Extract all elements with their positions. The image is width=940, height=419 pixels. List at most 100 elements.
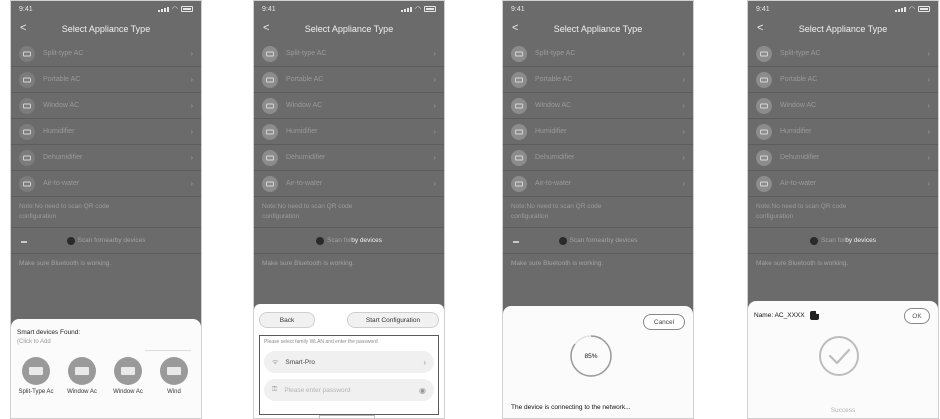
battery-icon (181, 6, 193, 12)
device-item[interactable]: Window Ac (109, 357, 147, 395)
ac-device-icon (160, 357, 188, 385)
status-time: 9:41 (756, 5, 770, 13)
appliance-item-humidifier[interactable]: Humidifier › (11, 119, 201, 145)
ac-device-icon (68, 357, 96, 385)
note-text: Note:No need to scan QR code configuratio… (254, 197, 444, 229)
chevron-right-icon: › (190, 153, 193, 162)
appliance-item-portable-ac[interactable]: Portable AC › (503, 67, 693, 93)
appliance-item-portable-ac[interactable]: Portable AC › (254, 67, 444, 93)
appliance-item-dehumidifier[interactable]: Dehumidifier › (254, 145, 444, 171)
back-icon[interactable]: < (757, 22, 763, 34)
back-icon[interactable]: < (512, 22, 518, 34)
signal-icon (157, 6, 169, 12)
appliance-item-split-ac[interactable]: Split-type AC › (503, 41, 693, 67)
appliance-item-dehumidifier[interactable]: Dehumidifier › (11, 145, 201, 171)
appliance-item-split-ac[interactable]: Split-type AC › (748, 41, 938, 67)
chevron-right-icon: › (927, 75, 930, 84)
portable-ac-icon (19, 71, 35, 88)
cancel-button[interactable]: Cancel (643, 314, 685, 330)
appliance-item-humidifier[interactable]: Humidifier › (254, 119, 444, 145)
back-button[interactable]: Back (259, 312, 315, 328)
portable-ac-icon (511, 71, 527, 88)
scan-prefix: Scan for (821, 237, 846, 245)
page-title: Select Appliance Type (61, 24, 151, 34)
device-item[interactable]: Split-Type Ac (17, 357, 55, 395)
scan-nearby-button[interactable]: Scan for nearby devices (503, 228, 693, 255)
chevron-right-icon: › (190, 101, 193, 110)
appliance-item-humidifier[interactable]: Humidifier › (748, 119, 938, 145)
air-to-water-icon (511, 175, 527, 192)
checkmark-circle-icon (819, 336, 859, 376)
appliance-label: Window AC (43, 102, 80, 109)
progress-ring: 85% (569, 334, 613, 378)
note-text: Note:No need to scan QR code configuratio… (11, 197, 201, 229)
chevron-right-icon: › (682, 127, 685, 136)
appliance-item-split-ac[interactable]: Split-type AC › (254, 41, 444, 67)
appliance-item-portable-ac[interactable]: Portable AC › (748, 67, 938, 93)
note-text: Note:No need to scan QR code configuratio… (748, 197, 938, 229)
status-icons: ◠ (157, 5, 193, 13)
chevron-right-icon: › (433, 101, 436, 110)
appliance-item-window-ac[interactable]: Window AC › (748, 93, 938, 119)
status-bar: 9:41 ◠ (748, 1, 938, 17)
appliance-label: Air-to-water (43, 180, 80, 187)
chevron-right-icon: › (423, 357, 426, 367)
appliance-item-dehumidifier[interactable]: Dehumidifier › (503, 145, 693, 171)
split-ac-icon (756, 45, 772, 62)
wifi-select-field[interactable]: ᯤ Smart-Pro › (264, 351, 434, 373)
device-name: Window Ac (113, 389, 143, 395)
appliance-item-air-to-water[interactable]: Air-to-water › (503, 171, 693, 197)
bluetooth-hint: Make sure Bluetooth is working. (19, 260, 112, 268)
page-title: Select Appliance Type (304, 24, 394, 34)
appliance-item-air-to-water[interactable]: Air-to-water › (11, 171, 201, 197)
appliance-item-window-ac[interactable]: Window AC › (254, 93, 444, 119)
password-field[interactable]: ⚿ Please enter password ◉ (264, 379, 434, 401)
bluetooth-hint: Make sure Bluetooth is working. (756, 260, 849, 268)
appliance-item-split-ac[interactable]: Split-type AC › (11, 41, 201, 67)
phone-screen-connecting: 9:41 < Select Appliance Type Split-type … (502, 0, 694, 419)
humidifier-icon (511, 123, 527, 140)
note-suffix: configuration (511, 213, 549, 221)
device-item[interactable]: Window Ac (63, 357, 101, 395)
chevron-right-icon: › (682, 75, 685, 84)
appliance-item-portable-ac[interactable]: Portable AC › (11, 67, 201, 93)
portable-ac-icon (262, 71, 278, 88)
portable-ac-icon (756, 71, 772, 88)
appliance-item-air-to-water[interactable]: Air-to-water › (254, 171, 444, 197)
ok-button[interactable]: OK (904, 308, 930, 324)
chevron-right-icon: › (433, 153, 436, 162)
appliance-item-window-ac[interactable]: Window AC › (11, 93, 201, 119)
appliance-item-humidifier[interactable]: Humidifier › (503, 119, 693, 145)
scan-nearby-button[interactable]: Scan for nearby devices (11, 228, 201, 255)
appliance-label: Split-type AC (535, 50, 576, 57)
chevron-right-icon: › (190, 127, 193, 136)
note-suffix: configuration (756, 213, 794, 221)
device-name: Window Ac (67, 389, 97, 395)
edit-icon[interactable] (809, 310, 820, 320)
appliance-label: Humidifier (43, 128, 75, 135)
scan-nearby-button[interactable]: Scan for by devices (254, 228, 444, 255)
back-icon[interactable]: < (20, 22, 26, 34)
scan-icon (558, 236, 567, 245)
scan-nearby-button[interactable]: Scan for by devices (748, 228, 938, 255)
start-configuration-button[interactable]: Start Configuration (347, 312, 439, 328)
status-icons: ◠ (400, 5, 436, 13)
chevron-right-icon: › (433, 127, 436, 136)
window-ac-icon (262, 97, 278, 114)
appliance-label: Dehumidifier (780, 154, 820, 161)
humidifier-icon (262, 123, 278, 140)
appliance-item-window-ac[interactable]: Window AC › (503, 93, 693, 119)
phone-screen-success: 9:41 ◠ < Select Appliance Type Split-typ… (747, 0, 939, 419)
device-item[interactable]: Wind (155, 357, 193, 395)
appliance-item-dehumidifier[interactable]: Dehumidifier › (748, 145, 938, 171)
wifi-icon: ◠ (171, 6, 178, 13)
eye-icon[interactable]: ◉ (419, 386, 426, 395)
device-name: Wind (167, 389, 181, 395)
scan-icon (810, 236, 819, 245)
appliance-item-air-to-water[interactable]: Air-to-water › (748, 171, 938, 197)
back-icon[interactable]: < (263, 22, 269, 34)
appliance-label: Portable AC (43, 76, 81, 83)
split-ac-icon (262, 45, 278, 62)
progress-percent: 85% (584, 352, 598, 360)
appliance-label: Window AC (535, 102, 572, 109)
